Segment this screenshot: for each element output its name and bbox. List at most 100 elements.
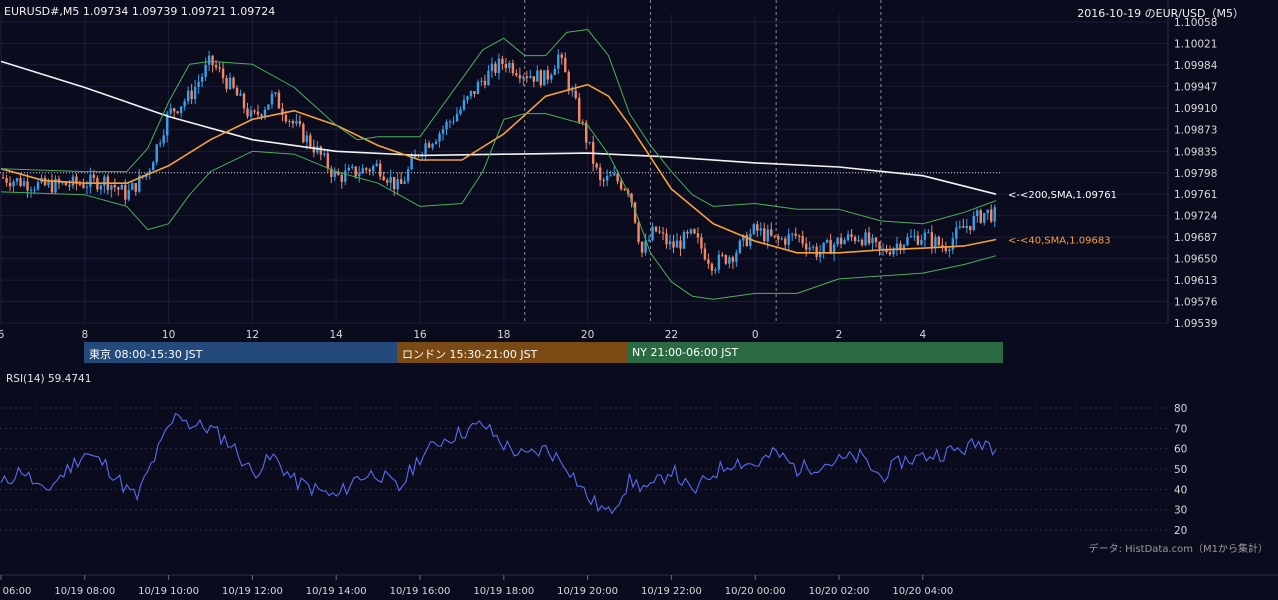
candle-body — [864, 232, 867, 246]
candle-body — [298, 121, 302, 125]
candle-body — [410, 157, 413, 170]
candle-body — [1, 177, 5, 179]
candle-body — [948, 249, 951, 251]
candle-body — [717, 254, 721, 270]
time-tick-label: 10/19 10:00 — [138, 586, 199, 597]
candle-body — [347, 167, 350, 171]
candle-body — [256, 111, 260, 115]
candle-body — [588, 141, 591, 143]
candle-body — [221, 68, 225, 79]
candle-body — [85, 186, 89, 188]
candle-body — [811, 246, 815, 248]
candle-body — [797, 235, 801, 237]
candle-body — [780, 238, 783, 240]
candle-body — [358, 173, 361, 177]
candle-body — [518, 75, 522, 79]
price-axis: 1.100581.100211.099841.099471.099101.098… — [0, 17, 1218, 341]
candle-body — [82, 184, 85, 188]
candle-body — [930, 232, 934, 248]
candle-body — [553, 68, 556, 75]
candle-body — [710, 263, 714, 271]
price-tick-label: 1.09947 — [1174, 81, 1217, 93]
candle-body — [288, 121, 291, 123]
candle-body — [686, 232, 689, 234]
candle-body — [616, 173, 619, 182]
candle-body — [654, 226, 658, 232]
time-tick-label: 10/19 22:00 — [641, 586, 702, 597]
candle-body — [766, 229, 769, 242]
candle-body — [829, 239, 832, 254]
candle-body — [550, 74, 553, 80]
candle-body — [511, 63, 515, 74]
candle-body — [619, 181, 623, 190]
rsi-tick-label: 40 — [1174, 484, 1187, 496]
candle-body — [773, 235, 776, 237]
candle-body — [131, 183, 134, 190]
candle-body — [89, 174, 92, 187]
candle-body — [703, 248, 707, 260]
candle-body — [714, 269, 717, 271]
candle-body — [372, 166, 375, 172]
candle-body — [466, 96, 469, 101]
candle-body — [574, 90, 577, 98]
price-tick-label: 1.10021 — [1174, 38, 1217, 50]
candle-body — [525, 76, 529, 78]
candle-body — [26, 181, 29, 191]
candle-body — [99, 185, 103, 190]
candle-body — [578, 97, 581, 122]
sma-annotation-label: <-<40,SMA,1.09683 — [1008, 235, 1111, 246]
candle-body — [8, 182, 12, 187]
candle-body — [707, 259, 710, 264]
session-tokyo: 東京 08:00-15:30 JST — [84, 342, 397, 363]
candle-body — [529, 76, 532, 78]
candle-body — [22, 181, 26, 186]
candle-body — [309, 135, 312, 147]
candle-body — [434, 141, 438, 144]
candle-body — [752, 224, 756, 234]
candle-body — [536, 70, 539, 82]
candle-body — [375, 163, 378, 167]
candle-body — [211, 55, 214, 66]
candle-body — [483, 80, 487, 86]
candle-body — [392, 176, 396, 190]
candle-body — [595, 163, 598, 168]
price-x-tick-label: 4 — [919, 329, 926, 341]
candle-body — [836, 237, 839, 245]
candle-body — [969, 225, 972, 230]
candle-body — [944, 247, 948, 251]
candle-body — [176, 111, 179, 114]
candle-body — [267, 104, 270, 110]
candle-body — [152, 162, 155, 171]
candle-body — [448, 121, 452, 123]
price-tick-label: 1.09798 — [1174, 168, 1217, 180]
price-tick-label: 1.09984 — [1174, 60, 1218, 72]
time-tick-label: 10/19 16:00 — [390, 586, 451, 597]
time-tick-label: 10/20 02:00 — [809, 586, 870, 597]
price-tick-label: 1.09761 — [1174, 189, 1217, 201]
rsi-axis: 80 70 60 50 40 30 20 — [1174, 403, 1187, 537]
candle-body — [791, 233, 794, 235]
candle-body — [508, 63, 511, 69]
candle-body — [770, 229, 773, 236]
candle-body — [490, 63, 494, 71]
candle-body — [235, 87, 239, 96]
price-x-tick-label: 18 — [497, 329, 510, 341]
rsi-tick-label: 70 — [1174, 423, 1187, 435]
candle-body — [207, 55, 211, 65]
time-tick-label: 10/19 12:00 — [222, 586, 283, 597]
rsi-tick-label: 20 — [1174, 525, 1187, 537]
candle-body — [284, 114, 288, 122]
rsi-tick-label: 50 — [1174, 464, 1187, 476]
candle-body — [972, 215, 975, 230]
candle-body — [459, 109, 462, 114]
candle-body — [340, 175, 343, 182]
chart-stage: 1.100581.100211.099841.099471.099101.098… — [0, 0, 1278, 597]
candle-body — [895, 243, 899, 249]
price-x-tick-label: 16 — [413, 329, 427, 341]
candle-body — [951, 238, 955, 250]
candle-body — [888, 252, 892, 255]
price-x-tick-label: 0 — [752, 329, 759, 341]
session-ny: NY 21:00-06:00 JST — [627, 342, 1003, 363]
candle-body — [295, 121, 298, 124]
price-x-tick-label: 2 — [836, 329, 843, 341]
